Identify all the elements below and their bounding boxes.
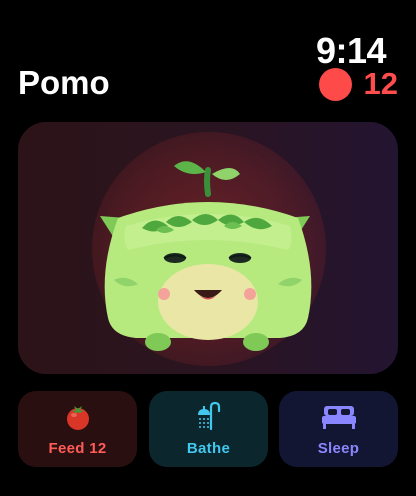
- bathe-label: Bathe: [186, 439, 231, 457]
- tomato-icon: [63, 402, 93, 432]
- shower-icon: [194, 401, 224, 432]
- badge-count: 12: [363, 66, 398, 101]
- bathe-button[interactable]: Bathe: [149, 391, 268, 467]
- pet-character[interactable]: [18, 122, 398, 374]
- bed-icon: [321, 402, 356, 432]
- feed-label: Feed 12: [48, 439, 107, 457]
- sleep-label: Sleep: [317, 439, 360, 457]
- app-title: Pomo: [18, 64, 110, 101]
- sleep-button[interactable]: Sleep: [279, 391, 398, 467]
- tomato-dot-icon: [318, 67, 352, 101]
- feed-badge: 12: [318, 66, 398, 102]
- pet-card[interactable]: [18, 122, 398, 374]
- action-bar: Feed 12 Bathe Sleep: [18, 391, 398, 467]
- feed-button[interactable]: Feed 12: [18, 391, 137, 467]
- watch-screen: 9:14 Pomo 12 Feed 12 Bathe Sleep: [0, 0, 416, 496]
